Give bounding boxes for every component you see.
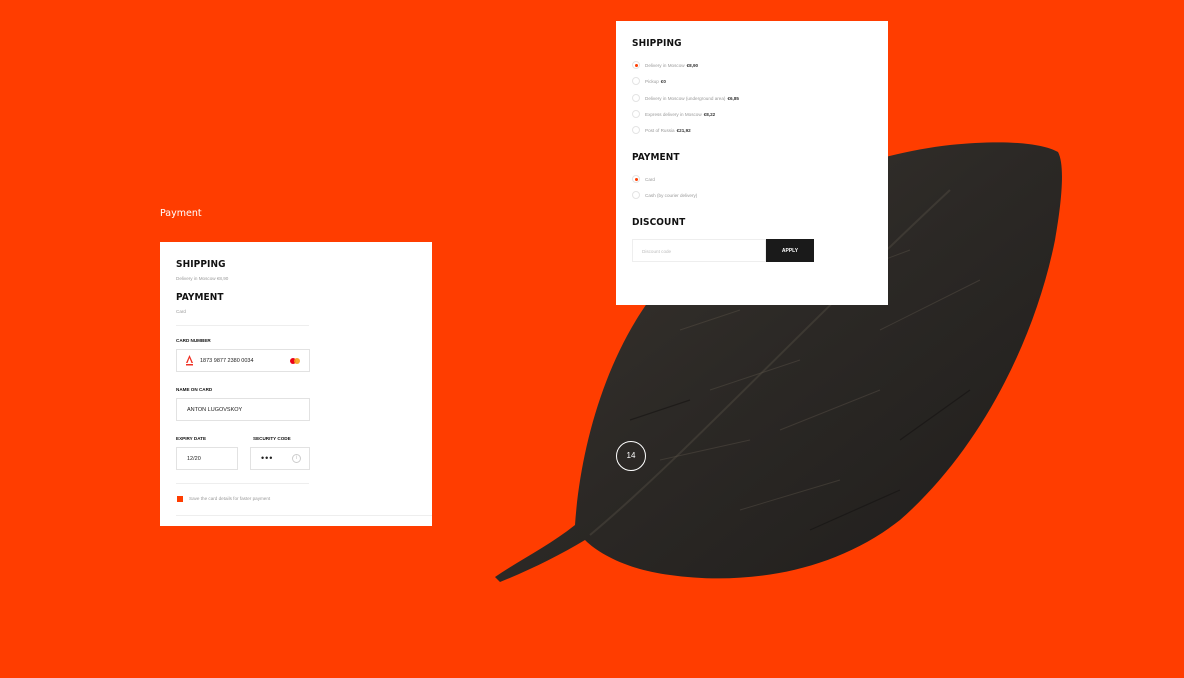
security-code-field[interactable]: ••• i <box>250 447 310 470</box>
divider <box>176 483 309 484</box>
save-card-checkbox[interactable] <box>177 496 183 502</box>
payment-option-label: Cash (by courier delivery) <box>645 192 698 198</box>
shipping-option[interactable]: Delivery in Moscow €8,90 <box>632 60 698 70</box>
alfa-bank-icon <box>186 355 193 366</box>
payment-title: PAYMENT <box>632 152 680 163</box>
radio-button[interactable] <box>632 175 640 183</box>
radio-button[interactable] <box>632 61 640 69</box>
apply-button[interactable]: APPLY <box>766 239 814 262</box>
expiry-date-field[interactable]: 12/20 <box>176 447 238 470</box>
divider <box>176 325 309 326</box>
shipping-option-label: Post of Russia <box>645 127 675 133</box>
mastercard-icon <box>290 358 300 364</box>
shipping-option-price: €8,90 <box>686 62 699 68</box>
shipping-option[interactable]: Delivery in Moscow (underground area) €6… <box>632 93 739 103</box>
discount-title: DISCOUNT <box>632 217 686 228</box>
shipping-option-price: €8,22 <box>703 111 716 117</box>
radio-button[interactable] <box>632 94 640 102</box>
shipping-option[interactable]: Express delivery in Moscow €8,22 <box>632 109 715 119</box>
radio-button[interactable] <box>632 110 640 118</box>
page-number-badge: 14 <box>616 441 646 471</box>
payment-option-label: Card <box>645 176 655 182</box>
shipping-option-label: Pickup <box>645 78 659 84</box>
security-code-value: ••• <box>261 453 274 463</box>
radio-button[interactable] <box>632 191 640 199</box>
shipping-option-label: Delivery in Moscow (underground area) <box>645 95 726 101</box>
save-card-label: Save the card details for faster payment <box>189 496 271 501</box>
shipping-title: SHIPPING <box>632 38 682 49</box>
name-on-card-field[interactable]: ANTON LUGOVSKOY <box>176 398 310 421</box>
card-number-label: CARD NUMBER <box>176 338 211 343</box>
shipping-option-label: Express delivery in Moscow <box>645 111 702 117</box>
radio-button[interactable] <box>632 126 640 134</box>
payment-summary: Card <box>176 309 186 314</box>
payment-option[interactable]: Card <box>632 174 655 184</box>
card-number-value: 1873 9877 2380 0034 <box>200 358 254 364</box>
shipping-option-price: €21,92 <box>676 127 691 133</box>
shipping-option-label: Delivery in Moscow <box>645 62 685 68</box>
expiry-date-value: 12/20 <box>187 456 201 462</box>
info-icon[interactable]: i <box>292 454 301 463</box>
discount-code-field[interactable] <box>632 239 766 262</box>
payment-option[interactable]: Cash (by courier delivery) <box>632 190 697 200</box>
shipping-title: SHIPPING <box>176 259 226 270</box>
card-number-field[interactable]: 1873 9877 2380 0034 <box>176 349 310 372</box>
radio-button[interactable] <box>632 77 640 85</box>
expiry-date-label: EXPIRY DATE <box>176 436 207 441</box>
payment-title: PAYMENT <box>176 292 224 303</box>
shipping-option[interactable]: Pickup €0 <box>632 76 666 86</box>
shipping-option-price: €6,85 <box>727 95 739 101</box>
name-on-card-value: ANTON LUGOVSKOY <box>187 407 243 413</box>
checkout-options-card: SHIPPING Delivery in Moscow €8,90 Pickup… <box>616 21 888 305</box>
security-code-label: SECURITY CODE <box>253 436 291 441</box>
page-label: Payment <box>160 208 202 219</box>
name-on-card-label: NAME ON CARD <box>176 387 213 392</box>
shipping-option-price: €0 <box>660 78 666 84</box>
shipping-summary: Delivery in Moscow €8,90 <box>176 276 229 281</box>
payment-details-card: SHIPPING Delivery in Moscow €8,90 PAYMEN… <box>160 242 432 526</box>
divider <box>176 515 432 516</box>
discount-code-input[interactable] <box>633 241 765 262</box>
shipping-option[interactable]: Post of Russia €21,92 <box>632 125 691 135</box>
